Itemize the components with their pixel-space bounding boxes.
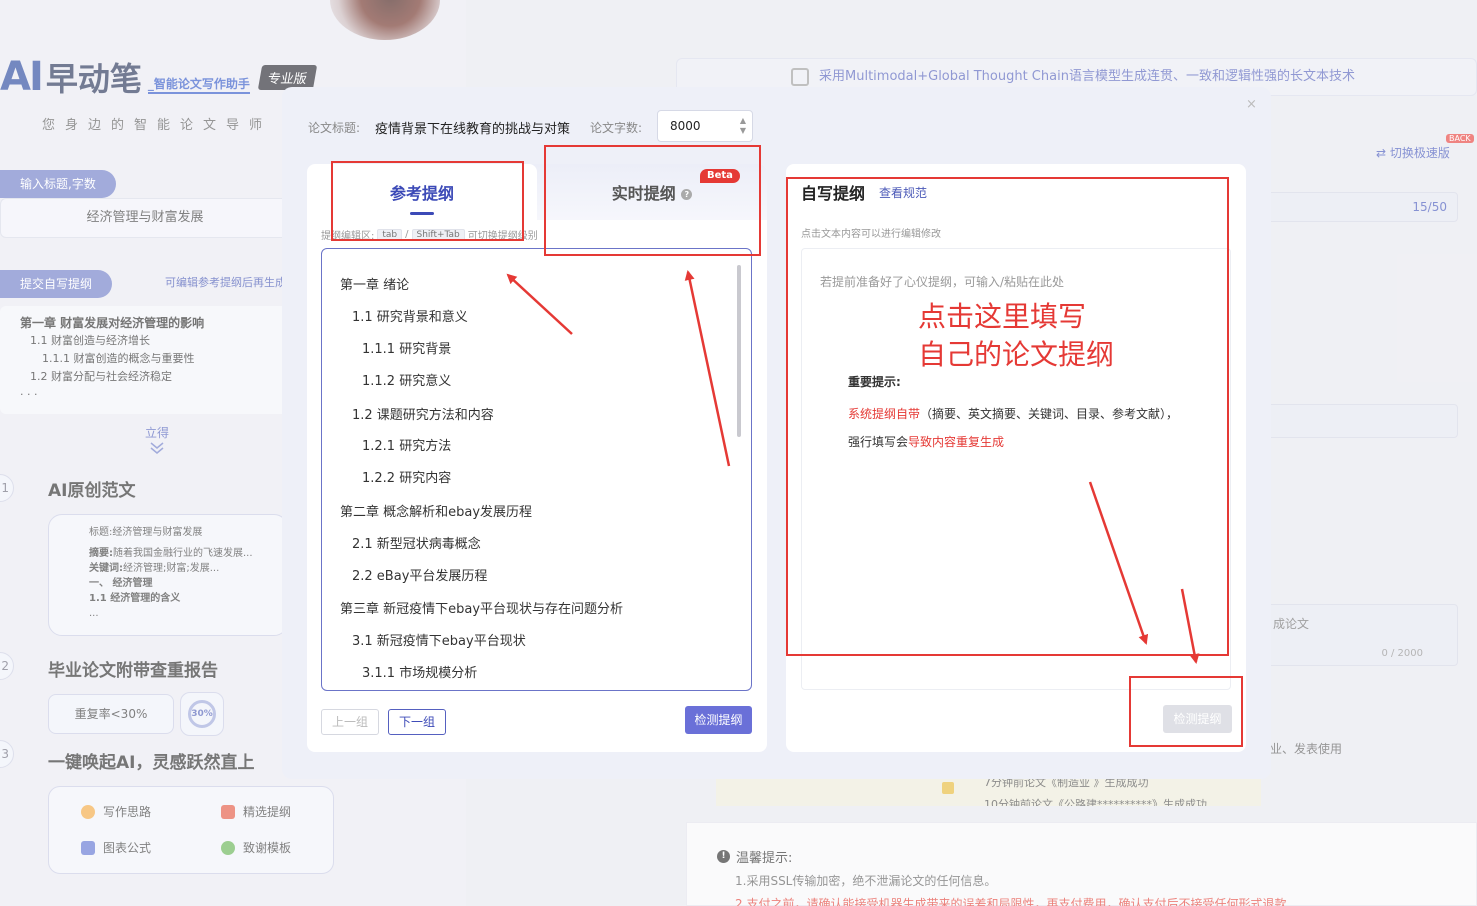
arrow-to-check [1180,588,1200,664]
arrow-to-live-tab [684,270,731,467]
arrow-to-textarea [1088,481,1149,645]
annotation-arrows [506,270,1200,664]
arrow-to-ref-tab [506,273,573,335]
